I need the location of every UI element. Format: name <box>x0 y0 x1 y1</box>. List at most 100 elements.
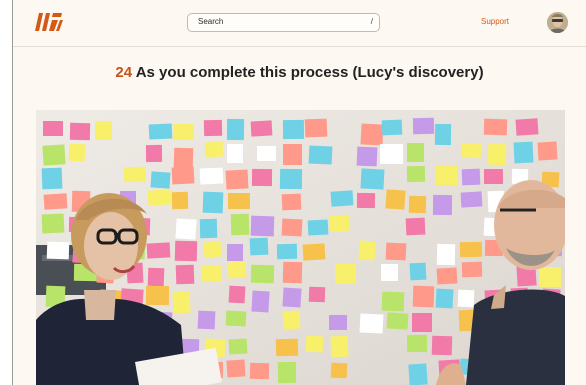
sticky-note <box>459 241 483 258</box>
sticky-note <box>379 143 404 165</box>
sticky-note <box>94 120 113 141</box>
sticky-note <box>513 141 534 164</box>
sticky-note <box>172 291 191 314</box>
sticky-note <box>250 120 273 137</box>
sticky-note <box>305 335 324 353</box>
sticky-note <box>43 193 68 210</box>
sticky-note <box>282 261 303 284</box>
brand-logo-icon[interactable] <box>35 12 63 32</box>
top-bar: Search / Support <box>13 0 586 47</box>
sticky-note <box>380 263 399 282</box>
sticky-note <box>277 361 297 384</box>
sticky-note <box>328 314 348 331</box>
sticky-note <box>275 338 299 357</box>
sticky-note <box>279 168 303 190</box>
sticky-note <box>172 123 195 141</box>
sticky-note <box>175 264 195 285</box>
avatar[interactable] <box>547 12 568 33</box>
sticky-note <box>483 168 504 185</box>
sticky-note <box>68 143 86 162</box>
sticky-note <box>334 263 357 285</box>
section-title: As you complete this process (Lucy's dis… <box>135 64 484 81</box>
sticky-note <box>307 219 329 236</box>
sticky-note <box>146 242 171 259</box>
sticky-note <box>171 191 189 210</box>
sticky-note <box>408 363 428 385</box>
sticky-note <box>250 264 275 284</box>
sticky-note <box>360 123 384 146</box>
app-frame: Search / Support 24 As you complete this… <box>12 0 586 385</box>
sticky-note <box>405 217 426 236</box>
sticky-note <box>385 242 407 261</box>
sticky-note <box>282 119 305 140</box>
sticky-note <box>145 285 170 306</box>
sticky-note <box>281 218 303 237</box>
sticky-note <box>406 165 426 183</box>
sticky-note <box>435 165 459 186</box>
search-input[interactable]: Search / <box>187 13 380 32</box>
sticky-note <box>249 362 270 380</box>
sticky-note <box>251 168 273 187</box>
sticky-note <box>199 218 218 239</box>
sticky-note <box>251 290 270 313</box>
sticky-note <box>330 335 349 358</box>
sticky-note <box>225 169 249 190</box>
sticky-note <box>69 122 91 141</box>
sticky-note <box>386 312 409 330</box>
sticky-note <box>41 213 65 234</box>
sticky-note <box>145 144 163 163</box>
sticky-note <box>226 359 246 378</box>
sticky-note <box>282 287 302 308</box>
sticky-note <box>538 266 562 288</box>
sticky-note <box>228 285 246 304</box>
sticky-note <box>435 288 454 309</box>
sticky-note <box>123 166 147 183</box>
sticky-note <box>330 362 348 379</box>
sticky-note <box>358 240 376 261</box>
sticky-note <box>329 214 350 232</box>
video-frame[interactable] <box>36 110 565 385</box>
sticky-note <box>199 167 224 185</box>
sticky-note <box>308 145 333 165</box>
sticky-note <box>227 261 247 279</box>
sticky-note <box>356 146 378 167</box>
sticky-note <box>436 243 456 266</box>
sticky-note <box>202 191 224 214</box>
sticky-note <box>381 119 403 136</box>
sticky-note <box>487 143 507 166</box>
sticky-note <box>409 262 427 281</box>
sticky-note <box>41 167 63 190</box>
page-title: 24 As you complete this process (Lucy's … <box>13 64 586 81</box>
sticky-note <box>257 146 276 161</box>
sticky-note <box>461 261 483 278</box>
sticky-note <box>434 123 452 146</box>
sticky-note <box>359 313 384 334</box>
sticky-note <box>304 118 328 138</box>
sticky-note <box>537 141 558 161</box>
sticky-note <box>42 120 64 137</box>
sticky-note <box>203 119 223 137</box>
sticky-note <box>226 243 244 262</box>
sticky-note <box>436 267 458 285</box>
sticky-note <box>228 338 248 355</box>
sticky-note <box>203 241 222 258</box>
sticky-note <box>173 147 194 169</box>
sticky-note <box>385 189 406 210</box>
sticky-note <box>250 215 275 237</box>
sticky-note <box>308 286 326 303</box>
sticky-note <box>515 118 539 136</box>
sticky-note <box>174 240 198 262</box>
sticky-note <box>226 118 245 141</box>
sticky-note <box>150 171 171 189</box>
sticky-note <box>148 123 173 140</box>
sticky-note <box>330 190 354 207</box>
sticky-note <box>281 193 302 211</box>
sticky-note <box>249 237 269 256</box>
sticky-note <box>225 310 247 327</box>
support-link[interactable]: Support <box>481 17 509 26</box>
section-number: 24 <box>115 64 133 81</box>
sticky-note <box>457 289 475 308</box>
sticky-note <box>147 189 172 206</box>
sticky-note <box>42 144 66 166</box>
sticky-note <box>460 191 483 208</box>
